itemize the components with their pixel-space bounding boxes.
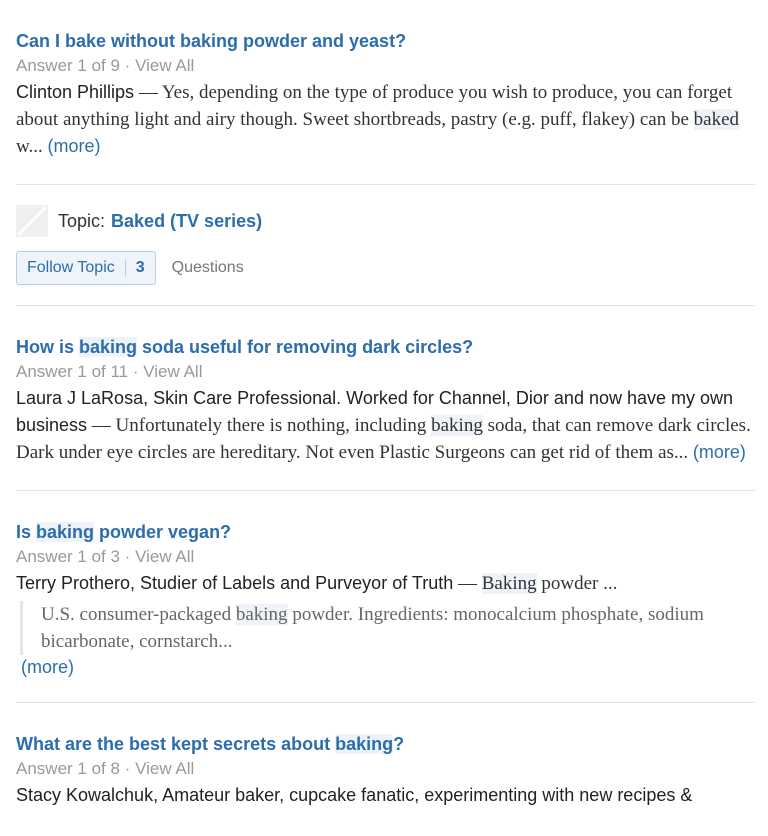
more-link[interactable]: (more) — [693, 442, 746, 462]
answer-author[interactable]: Stacy Kowalchuk, Amateur baker, cupcake … — [16, 785, 692, 805]
view-all-link[interactable]: View All — [135, 759, 194, 778]
answer-quote: U.S. consumer-packaged baking powder. In… — [20, 601, 755, 655]
answer-author[interactable]: Clinton Phillips — [16, 82, 134, 102]
more-link[interactable]: (more) — [48, 136, 101, 156]
topic-placeholder-icon[interactable] — [16, 205, 48, 237]
answer-meta: Answer 1 of 9 · View All — [16, 56, 195, 75]
answer-meta: Answer 1 of 3 · View All — [16, 547, 195, 566]
answer-snippet: Stacy Kowalchuk, Amateur baker, cupcake … — [16, 782, 755, 809]
answer-snippet: Laura J LaRosa, Skin Care Professional. … — [16, 388, 751, 463]
answer-meta: Answer 1 of 11 · View All — [16, 362, 203, 381]
question-title[interactable]: Is baking powder vegan? — [16, 521, 755, 543]
follow-count: 3 — [135, 259, 145, 276]
result-item: How is baking soda useful for removing d… — [16, 306, 755, 491]
topic-name-link[interactable]: Baked (TV series) — [111, 211, 262, 232]
result-item: Can I bake without baking powder and yea… — [16, 0, 755, 185]
search-results: Can I bake without baking powder and yea… — [0, 0, 768, 833]
questions-link[interactable]: Questions — [172, 259, 244, 277]
answer-meta: Answer 1 of 8 · View All — [16, 759, 195, 778]
view-all-link[interactable]: View All — [135, 547, 194, 566]
follow-topic-label: Follow Topic — [27, 259, 115, 276]
question-title[interactable]: What are the best kept secrets about bak… — [16, 733, 755, 755]
view-all-link[interactable]: View All — [143, 362, 202, 381]
question-title[interactable]: How is baking soda useful for removing d… — [16, 336, 755, 358]
topic-label: Topic: — [58, 210, 106, 231]
answer-author[interactable]: Terry Prothero, Studier of Labels and Pu… — [16, 573, 453, 593]
topic-card: Topic: Baked (TV series) Follow Topic 3 … — [16, 185, 755, 306]
follow-topic-button[interactable]: Follow Topic 3 — [16, 251, 156, 285]
more-link[interactable]: (more) — [21, 657, 74, 677]
answer-snippet: Terry Prothero, Studier of Labels and Pu… — [16, 573, 618, 594]
answer-snippet: Clinton Phillips — Yes, depending on the… — [16, 82, 740, 157]
result-item: Is baking powder vegan? Answer 1 of 3 · … — [16, 491, 755, 703]
question-title[interactable]: Can I bake without baking powder and yea… — [16, 30, 755, 52]
result-item: What are the best kept secrets about bak… — [16, 703, 755, 833]
view-all-link[interactable]: View All — [135, 56, 194, 75]
divider — [124, 260, 126, 276]
